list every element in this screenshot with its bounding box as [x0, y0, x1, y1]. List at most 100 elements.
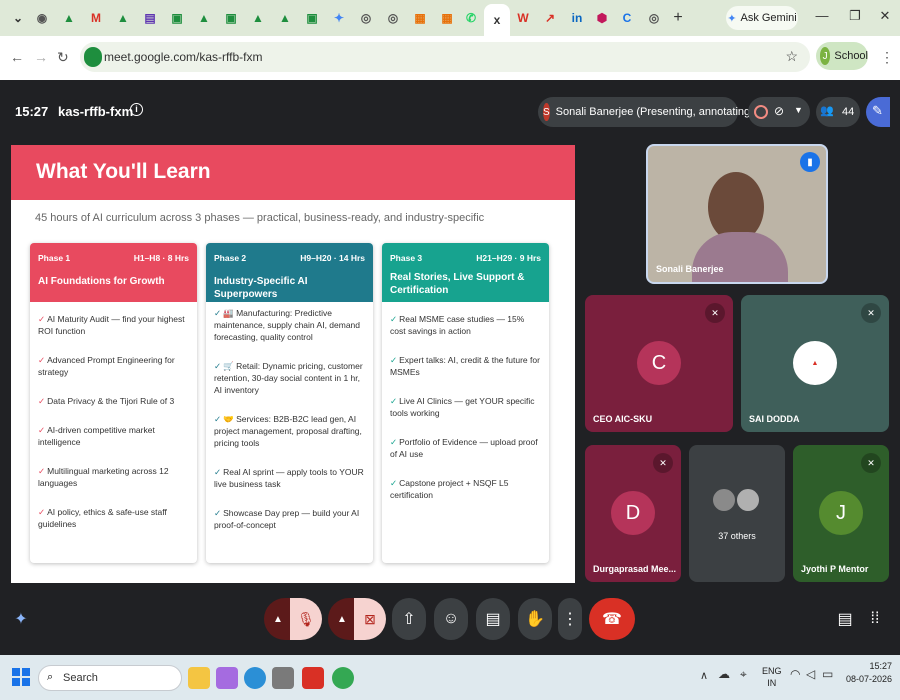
presenter-chip[interactable]: S Sonali Banerjee (Presenting, annotatin… — [538, 97, 754, 127]
tab-drive-icon[interactable]: ▲ — [57, 7, 81, 29]
participant-tile[interactable]: ▲ ✕ SAI DODDA — [741, 295, 889, 432]
mic-options-chevron-icon[interactable]: ▲ — [264, 598, 292, 640]
battery-icon[interactable]: ▭ — [822, 667, 833, 681]
tab-search-icon[interactable]: ⌄ — [6, 7, 30, 29]
restore-icon[interactable]: ❐ — [845, 8, 865, 24]
check-icon: ✓ — [38, 396, 46, 406]
gemini-sparkle-icon[interactable]: ✦ — [6, 598, 36, 640]
list-item: ✓ Multilingual marketing across 12 langua… — [38, 465, 188, 489]
others-tile[interactable]: 37 others — [689, 445, 785, 582]
participants-button[interactable]: 👥 44 — [816, 97, 860, 127]
mic-off-icon: ✕ — [861, 303, 881, 323]
reload-icon[interactable]: ↻ — [57, 49, 69, 66]
browser-menu-icon[interactable]: ⋮ — [880, 49, 894, 66]
onedrive-icon[interactable]: ☁ — [718, 667, 730, 681]
volume-icon[interactable]: ◁ — [806, 667, 815, 681]
participant-avatar — [735, 487, 761, 513]
tab-classroom-icon[interactable]: ▣ — [165, 7, 189, 29]
phase-header: Phase 3 H21–H29 · 9 Hrs Real Stories, Li… — [382, 243, 549, 302]
company-logo-icon: ▲ — [811, 359, 819, 367]
tab-drive-icon[interactable]: ▲ — [111, 7, 135, 29]
tab-openai-icon[interactable]: ◎ — [642, 7, 666, 29]
new-tab-button[interactable]: + — [666, 7, 690, 29]
wifi-icon[interactable]: ◠ — [790, 667, 800, 681]
wps-icon[interactable] — [302, 667, 324, 689]
camera-off-button[interactable]: ⊠ — [354, 598, 386, 640]
annotate-button[interactable]: ✎ — [866, 97, 890, 127]
bookmark-star-icon[interactable]: ☆ — [785, 48, 798, 65]
participant-name: Durgaprasad Mee... — [593, 564, 677, 574]
edge-icon[interactable] — [244, 667, 266, 689]
item-text: AI Maturity Audit — find your highest RO… — [38, 314, 185, 336]
tab-whatsapp-icon[interactable]: ✆ — [459, 7, 483, 29]
info-icon[interactable]: i — [130, 103, 143, 116]
chat-icon[interactable]: ▤ — [834, 598, 856, 640]
tab-wps-icon[interactable]: W — [511, 7, 535, 29]
tab-canva-icon[interactable]: C — [615, 7, 639, 29]
participant-tile[interactable]: J ✕ Jyothi P Mentor — [793, 445, 889, 582]
mic-active-icon[interactable] — [84, 47, 102, 67]
slide-header: What You'll Learn — [11, 145, 575, 200]
forward-icon[interactable]: → — [34, 49, 48, 65]
check-icon: ✓ — [214, 467, 222, 477]
check-icon: ✓ — [38, 314, 46, 324]
emoji-button[interactable]: ☺ — [434, 598, 468, 640]
tab-microsoft-icon[interactable]: ▦ — [435, 7, 459, 29]
list-item: ✓ Portfolio of Evidence — upload proof of… — [390, 436, 540, 460]
tab-classroom-icon[interactable]: ▣ — [219, 7, 243, 29]
present-screen-button[interactable]: ⇧ — [392, 598, 426, 640]
tab-openai-icon[interactable]: ◎ — [381, 7, 405, 29]
participant-avatar: C — [637, 341, 681, 385]
taskbar-search-input[interactable]: ⌕ Search — [38, 665, 182, 691]
tab-close-button[interactable]: x — [484, 4, 510, 36]
profile-chip[interactable]: J School — [816, 42, 868, 70]
tab-shield-icon[interactable]: ⬢ — [590, 7, 614, 29]
tab-gmail-icon[interactable]: M — [84, 7, 108, 29]
back-icon[interactable]: ← — [10, 49, 24, 65]
close-window-icon[interactable]: ✕ — [875, 8, 895, 24]
chrome-icon[interactable] — [332, 667, 354, 689]
more-options-button[interactable]: ⋮ — [558, 598, 582, 640]
tab-arrow-icon[interactable]: ↗ — [538, 7, 562, 29]
participant-name: CEO AIC-SKU — [593, 414, 653, 424]
tab-linkedin-icon[interactable]: in — [565, 7, 589, 29]
mic-off-icon: ✕ — [653, 453, 673, 473]
file-explorer-icon[interactable] — [188, 667, 210, 689]
search-label: Search — [63, 672, 98, 684]
activities-icon[interactable]: ⁞⁞ — [864, 598, 886, 640]
tab-drive-icon[interactable]: ▲ — [192, 7, 216, 29]
tab-drive-icon[interactable]: ▲ — [273, 7, 297, 29]
captions-button[interactable]: ▤ — [476, 598, 510, 640]
self-video-tile[interactable]: ▮ Sonali Banerjee — [646, 144, 828, 284]
leave-call-button[interactable]: ☎ — [589, 598, 635, 640]
tab-forms-icon[interactable]: ▤ — [138, 7, 162, 29]
camera-icon[interactable] — [272, 667, 294, 689]
system-clock[interactable]: 15:27 08-07-2026 — [846, 661, 892, 684]
participant-tile[interactable]: C ✕ CEO AIC-SKU — [585, 295, 733, 432]
camera-options-chevron-icon[interactable]: ▲ — [328, 598, 356, 640]
language-indicator[interactable]: ENG IN — [762, 665, 782, 689]
location-icon[interactable]: ⌖ — [740, 667, 747, 682]
tab-microsoft-icon[interactable]: ▦ — [408, 7, 432, 29]
phase-tag: Phase 2 — [214, 253, 247, 263]
profile-label: School — [834, 50, 868, 62]
address-bar[interactable]: meet.google.com/kas-rffb-fxm ☆ — [80, 42, 810, 72]
raise-hand-button[interactable]: ✋ — [518, 598, 552, 640]
minimize-icon[interactable]: — — [812, 8, 832, 23]
tab-drive-icon[interactable]: ▲ — [246, 7, 270, 29]
browser-chrome: ⌄ ◉ ▲ M ▲ ▤ ▣ ▲ ▣ ▲ ▲ ▣ ✦ ◎ ◎ ▦ ▦ ✆ x W … — [0, 0, 900, 80]
mic-off-button[interactable]: 🎙 — [290, 598, 322, 640]
windows-start-icon[interactable] — [12, 668, 30, 686]
tab-openai-icon[interactable]: ◎ — [354, 7, 378, 29]
copilot-icon[interactable] — [216, 667, 238, 689]
tray-chevron-icon[interactable]: ∧ — [700, 669, 708, 682]
check-icon: ✓ — [38, 425, 46, 435]
participant-tile[interactable]: D ✕ Durgaprasad Mee... — [585, 445, 681, 582]
list-item: ✓ Capstone project + NSQF L5 certificatio… — [390, 477, 540, 501]
tab-classroom-icon[interactable]: ▣ — [300, 7, 324, 29]
tab-chrome-icon[interactable]: ◉ — [30, 7, 54, 29]
recording-chip[interactable]: ⊘ ▼ — [748, 97, 810, 127]
ask-gemini-button[interactable]: ✦ Ask Gemini — [726, 6, 798, 30]
item-text: Real MSME case studies — 15% cost saving… — [390, 314, 525, 336]
tab-gemini-icon[interactable]: ✦ — [327, 7, 351, 29]
